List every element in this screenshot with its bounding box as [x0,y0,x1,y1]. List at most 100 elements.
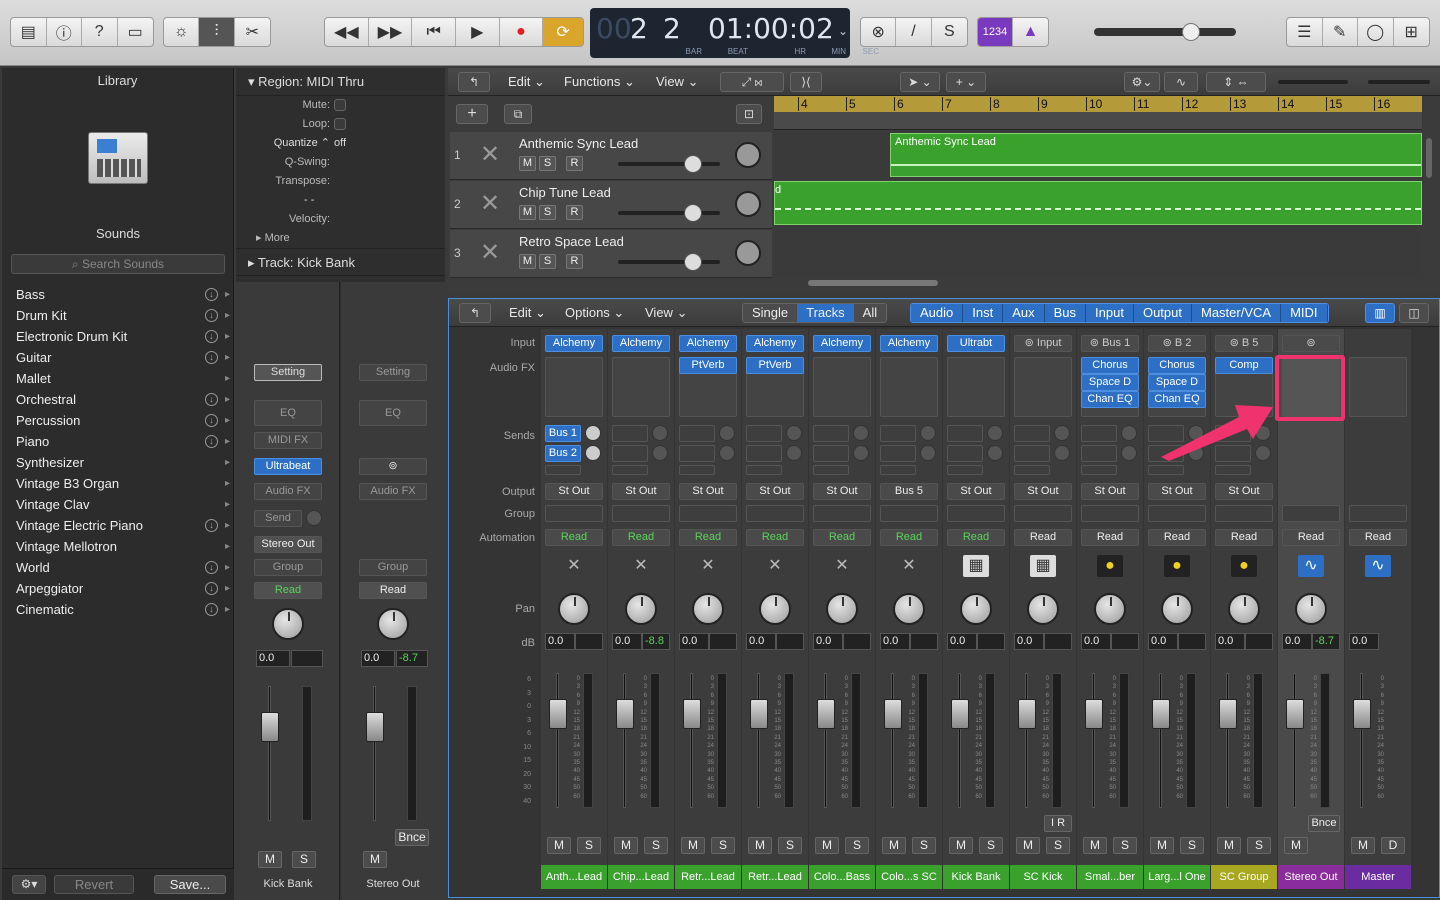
output-slot[interactable]: St Out [1081,483,1139,500]
synth-instrument-icon[interactable]: ✕ [829,555,855,577]
setting-button[interactable]: Setting [359,364,427,381]
audio-fx-area[interactable] [612,357,670,417]
group-slot[interactable] [1215,505,1273,522]
send-level-knob[interactable] [853,425,869,441]
sound-category-item[interactable]: World ↓ ▸ [2,557,234,578]
mixer-filter-tab[interactable]: Bus [1044,304,1087,322]
output-slot[interactable]: St Out [813,483,871,500]
solo-button[interactable]: S [778,837,802,854]
track-pan-knob[interactable] [735,142,761,168]
automation-mode[interactable]: Read [813,529,871,546]
input-slot[interactable]: Alchemy [612,335,670,352]
volume-fader[interactable] [1353,699,1371,729]
send-level-knob[interactable] [585,445,601,461]
sound-category-item[interactable]: Vintage Mellotron ▸ [2,536,234,557]
mute-button[interactable]: M [949,837,973,854]
list-editors-icon[interactable]: ☰ [1287,18,1323,46]
mute-button[interactable]: M [1351,837,1375,854]
channel-name[interactable]: Kick Bank [943,865,1009,889]
mute-button[interactable]: M [1217,837,1241,854]
volume-fader[interactable] [817,699,835,729]
track-pan-knob[interactable] [735,191,761,217]
waveform-output-icon[interactable]: ∿ [1365,555,1391,577]
track-volume-slider[interactable] [618,211,720,215]
volume-db[interactable]: 0.0 [746,633,776,650]
download-icon[interactable]: ↓ [205,561,218,574]
lcd-menu-chevron-icon[interactable]: ⌄ [838,24,848,38]
mute-button[interactable]: M [547,837,571,854]
group-slot[interactable] [1014,505,1072,522]
pan-knob[interactable] [1228,593,1260,625]
volume-db[interactable]: 0.0 [1215,633,1245,650]
transpose-row[interactable]: Transpose: [236,172,445,191]
sound-category-item[interactable]: Bass ↓ ▸ [2,284,234,305]
link-icon[interactable]: ⊚ [359,458,427,475]
loop-checkbox[interactable] [334,118,346,131]
send-level-knob[interactable] [987,425,1003,441]
send-level-knob[interactable] [786,445,802,461]
mute-button[interactable]: M [363,851,387,868]
search-sounds-input[interactable]: ⌕ Search Sounds [11,254,225,274]
mute-button[interactable]: M [681,837,705,854]
send-level-knob[interactable] [1054,425,1070,441]
audio-fx-area[interactable] [813,357,871,417]
gear-icon[interactable]: ⚙⌄ [1124,72,1160,92]
send-slot[interactable] [746,425,782,442]
global-tracks-icon[interactable]: ⊡ [736,104,762,124]
pan-knob[interactable] [759,593,791,625]
output-slot[interactable]: Bus 5 [880,483,938,500]
lcd-display[interactable]: 00 2 2 BAR BEAT 01:00:02 HR MIN SEC ⌄ [590,8,879,58]
ruler[interactable]: 4 5 6 7 8 9 10 11 12 13 14 15 16 [774,96,1422,112]
send-slot-empty[interactable] [612,465,648,475]
channel-name[interactable]: Master [1345,865,1411,889]
add-track-button[interactable]: + [456,104,488,124]
download-icon[interactable]: ↓ [205,603,218,616]
output-slot[interactable]: St Out [545,483,603,500]
send-slot-empty[interactable] [813,465,849,475]
group-slot[interactable] [545,505,603,522]
send-slot[interactable] [746,445,782,462]
bus-aux-icon[interactable]: ● [1164,555,1190,577]
send-level-knob[interactable] [1054,445,1070,461]
send-slot-empty[interactable] [746,465,782,475]
send-slot[interactable] [947,445,983,462]
pan-knob[interactable] [826,593,858,625]
group-slot[interactable] [679,505,737,522]
volume-fader[interactable] [1018,699,1036,729]
master-volume-knob[interactable] [1182,23,1200,41]
volume-fader[interactable] [1219,699,1237,729]
volume-db[interactable]: 0.0 [1282,633,1312,650]
tracks-timeline[interactable]: Anthemic Sync Lead d [774,132,1422,278]
download-icon[interactable]: ↓ [205,309,218,322]
send-slot[interactable]: Bus 2 [545,445,581,462]
group-slot[interactable]: Group [254,559,322,576]
link-icon[interactable]: ⊚ [1282,335,1340,352]
audio-fx-slot[interactable]: Comp [1215,357,1273,374]
vertical-zoom-slider[interactable] [1278,80,1348,84]
volume-db[interactable]: 0.0 [1349,633,1379,650]
pan-knob[interactable] [558,593,590,625]
audio-fx-slot[interactable]: Chorus [1081,357,1139,374]
pan-knob[interactable] [1094,593,1126,625]
input-slot[interactable]: Alchemy [880,335,938,352]
mixer-filter-tab[interactable]: Inst [963,304,1004,322]
group-slot[interactable] [1349,505,1407,522]
send-slot[interactable] [679,445,715,462]
solo-button[interactable]: S [845,837,869,854]
download-icon[interactable]: ↓ [205,393,218,406]
solo-button[interactable]: S [912,837,936,854]
output-slot[interactable]: St Out [1014,483,1072,500]
pan-knob[interactable] [692,593,724,625]
catch-icon[interactable]: ⤢ ⋈ [720,72,784,92]
solo-button[interactable]: S [711,837,735,854]
track-header-row[interactable]: 2 ✕ Chip Tune Lead M S R [450,181,772,229]
track-solo-button[interactable]: S [539,205,556,220]
send-level-knob[interactable] [585,425,601,441]
volume-fader[interactable] [616,699,634,729]
bus-aux-icon[interactable]: ● [1231,555,1257,577]
volume-db[interactable]: 0.0 [256,650,290,667]
sound-category-item[interactable]: Piano ↓ ▸ [2,431,234,452]
sound-category-item[interactable]: Percussion ↓ ▸ [2,410,234,431]
track-header[interactable]: ▸ Track: Kick Bank [236,248,445,276]
send-slot-empty[interactable] [880,465,916,475]
